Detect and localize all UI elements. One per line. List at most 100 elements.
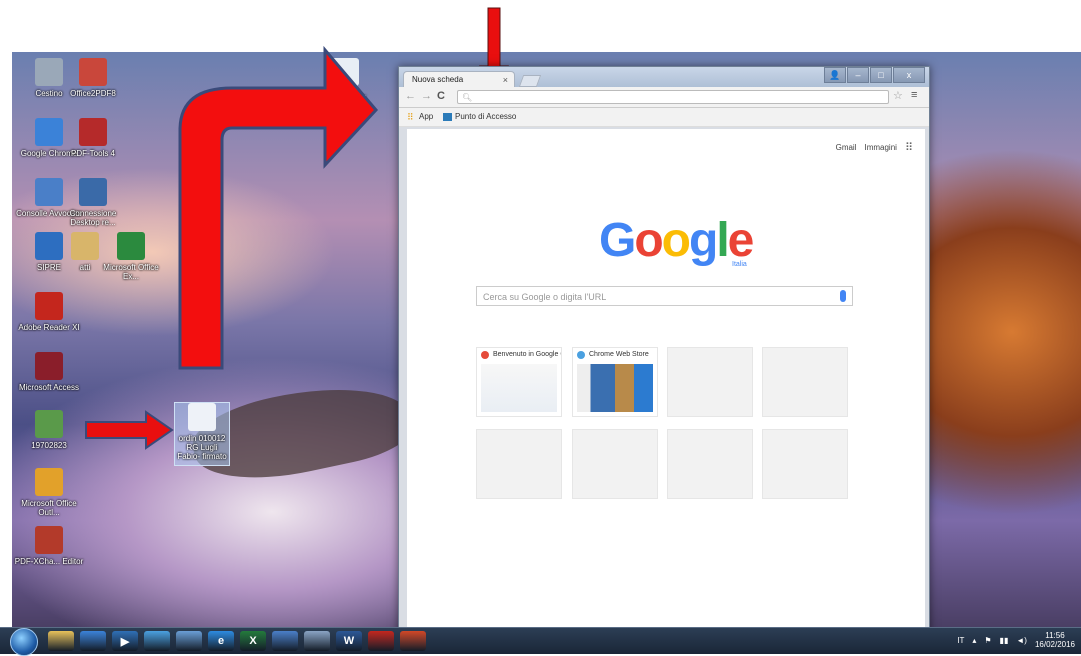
user-icon[interactable]: 👤: [824, 67, 846, 83]
desktop-icon-image: [79, 118, 107, 146]
desktop-icon[interactable]: PDF-XCha... Editor: [14, 526, 84, 566]
desktop-icon-image: [79, 58, 107, 86]
desktop-icon-image: [79, 178, 107, 206]
desktop-icon[interactable]: Adobe Reader XI: [14, 292, 84, 332]
most-visited-tile[interactable]: [667, 347, 753, 417]
desktop-icon-label: Connessione Desktop re...: [69, 209, 117, 227]
logo-subtitle: Italia: [732, 261, 747, 268]
reload-icon[interactable]: C: [437, 90, 445, 102]
maximize-button[interactable]: □: [870, 67, 892, 83]
desktop-icon-label: rilasci NIR...: [323, 89, 367, 98]
taskbar-remote-icon[interactable]: [272, 631, 298, 651]
tray-expand-icon[interactable]: ▴: [972, 636, 976, 645]
clock[interactable]: 11:56 16/02/2016: [1035, 631, 1075, 649]
most-visited-tile[interactable]: [572, 429, 658, 499]
flag-icon[interactable]: ⚑: [984, 636, 991, 645]
desktop-icon[interactable]: Office2PDF8: [58, 58, 128, 98]
tile-thumbnail: [481, 364, 557, 412]
bookmark-apps[interactable]: App: [419, 108, 433, 126]
taskbar-folder-icon[interactable]: [176, 631, 202, 651]
back-icon[interactable]: ←: [405, 90, 416, 102]
desktop-icon-label: PDF-XCha... Editor: [14, 557, 84, 566]
volume-icon[interactable]: ◄): [1016, 636, 1027, 645]
apps-launcher-icon[interactable]: ⠿: [905, 141, 913, 154]
language-indicator[interactable]: IT: [957, 636, 964, 645]
chrome-window: Nuova scheda × 👤 – □ x ← → C 🔍︎ ☆ ≡ ⠿ Ap…: [398, 66, 930, 636]
taskbar-acrobat-icon[interactable]: [368, 631, 394, 651]
omnibox-input[interactable]: 🔍︎: [457, 90, 889, 104]
toolbar: ← → C 🔍︎ ☆ ≡: [399, 87, 929, 108]
desktop-icon-label: Microsoft Access: [18, 383, 79, 392]
start-button[interactable]: [10, 628, 38, 656]
desktop-icon[interactable]: Microsoft Access: [14, 352, 84, 392]
desktop-icon-image: [35, 352, 63, 380]
desktop-icon-label: Microsoft Office Outl...: [21, 499, 77, 517]
most-visited-tile[interactable]: Chrome Web Store: [572, 347, 658, 417]
most-visited-tile[interactable]: Benvenuto in Google Chrome: [476, 347, 562, 417]
new-tab-page: Gmail Immagini ⠿ Google Italia Cerca su …: [407, 129, 925, 631]
taskbar-chrome-icon[interactable]: [80, 631, 106, 651]
taskbar-excel-icon[interactable]: X: [240, 631, 266, 651]
new-tab-button[interactable]: [518, 75, 542, 87]
clock-time: 11:56: [1045, 631, 1065, 640]
tile-favicon-icon: [481, 351, 489, 359]
tile-thumbnail: [577, 364, 653, 412]
star-icon[interactable]: ☆: [893, 89, 903, 102]
taskbar-media-icon[interactable]: ▶: [112, 631, 138, 651]
network-icon[interactable]: ▮▮: [1000, 636, 1009, 645]
taskbar-tools-icon[interactable]: [144, 631, 170, 651]
system-tray: IT ▴ ⚑ ▮▮ ◄) 11:56 16/02/2016: [957, 631, 1075, 649]
tab-title: Nuova scheda: [412, 75, 464, 84]
desktop-icon-image: [117, 232, 145, 260]
close-button[interactable]: x: [893, 67, 925, 83]
minimize-button[interactable]: –: [847, 67, 869, 83]
logo-letter: G: [599, 214, 636, 267]
gmail-link[interactable]: Gmail: [836, 143, 857, 152]
apps-grid-icon[interactable]: ⠿: [407, 108, 414, 126]
tab-close-icon[interactable]: ×: [503, 72, 508, 88]
most-visited-tile[interactable]: [476, 429, 562, 499]
search-icon: 🔍︎: [462, 93, 473, 102]
taskbar-notes-icon[interactable]: [304, 631, 330, 651]
logo-letter: g: [689, 214, 718, 267]
desktop-icon-label: 19702823: [31, 441, 67, 450]
menu-icon[interactable]: ≡: [911, 89, 917, 101]
desktop-icon-image: [35, 468, 63, 496]
most-visited-tile[interactable]: [762, 347, 848, 417]
search-placeholder: Cerca su Google o digita l'URL: [483, 292, 607, 302]
most-visited-tile[interactable]: [762, 429, 848, 499]
tile-favicon-icon: [577, 351, 585, 359]
images-link[interactable]: Immagini: [864, 143, 896, 152]
forward-icon[interactable]: →: [421, 90, 432, 102]
desktop-icon-label: Office2PDF8: [70, 89, 116, 98]
logo-letter: o: [634, 214, 663, 267]
desktop-icon[interactable]: ordin 010012 RG Lugli Fabio- firmato: [174, 402, 230, 466]
taskbar-explorer-icon[interactable]: [48, 631, 74, 651]
logo-letter: l: [716, 214, 729, 267]
clock-date: 16/02/2016: [1034, 640, 1075, 649]
desktop-icon[interactable]: Connessione Desktop re...: [58, 178, 128, 227]
desktop-icon[interactable]: Microsoft Office Ex...: [96, 232, 166, 281]
desktop-icon-image: [188, 403, 216, 431]
bookmark-punto-accesso[interactable]: Punto di Accesso: [455, 108, 516, 126]
taskbar-ppt-icon[interactable]: [400, 631, 426, 651]
taskbar-ie-icon[interactable]: e: [208, 631, 234, 651]
google-logo: Google: [599, 213, 755, 268]
tile-title: Benvenuto in Google Chrome: [477, 348, 561, 362]
desktop-icon[interactable]: 19702823: [14, 410, 84, 450]
bookmarks-bar: ⠿ App Punto di Accesso: [399, 108, 929, 127]
window-controls: 👤 – □ x: [824, 67, 925, 83]
tab-nuova-scheda[interactable]: Nuova scheda ×: [403, 71, 515, 87]
desktop-icon-label: Microsoft Office Ex...: [103, 263, 159, 281]
desktop-icon[interactable]: rilasci NIR...: [310, 58, 380, 98]
search-input[interactable]: Cerca su Google o digita l'URL: [476, 286, 853, 306]
logo-letter: e: [727, 214, 755, 267]
most-visited-tile[interactable]: [667, 429, 753, 499]
desktop-icon[interactable]: Microsoft Office Outl...: [14, 468, 84, 517]
microphone-icon[interactable]: [840, 290, 846, 302]
desktop-icon[interactable]: PDF-Tools 4: [58, 118, 128, 158]
taskbar-word-icon[interactable]: W: [336, 631, 362, 651]
taskbar: ▶ e X W IT ▴ ⚑ ▮▮ ◄) 11:56 16/02/2016: [0, 627, 1081, 656]
logo-letter: o: [661, 214, 691, 267]
desktop-icon-image: [35, 410, 63, 438]
